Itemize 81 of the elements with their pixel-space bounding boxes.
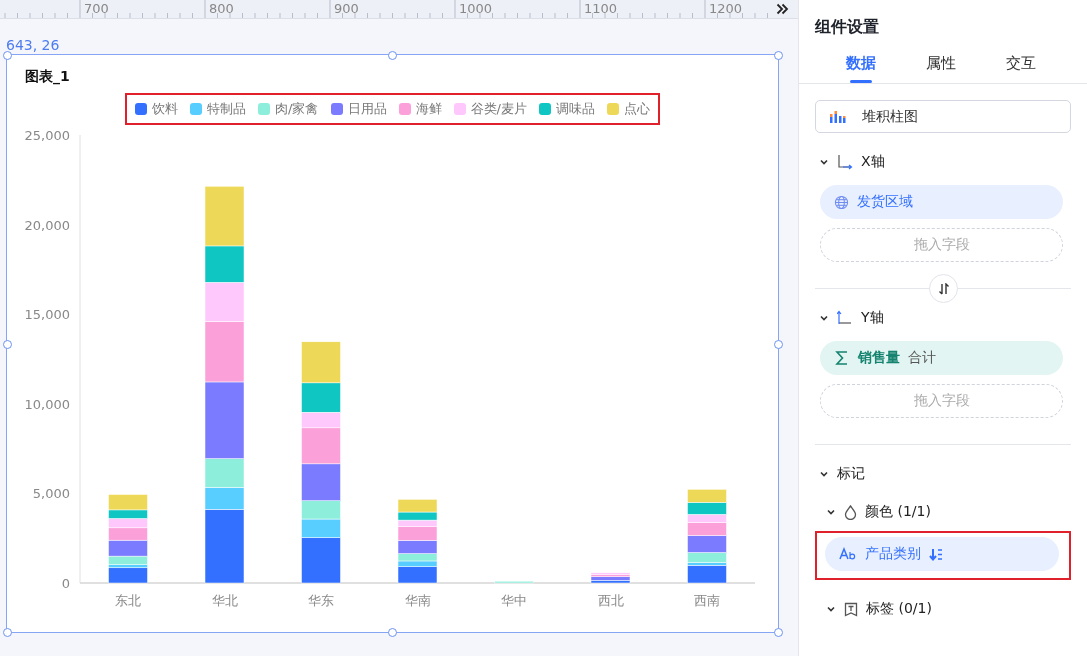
tab[interactable]: 属性 [901, 46, 981, 83]
chevron-icon[interactable] [819, 313, 829, 323]
bar-segment [687, 489, 727, 503]
x-tick-label: 东北 [115, 593, 141, 608]
bar-segment [108, 518, 148, 529]
legend-label[interactable]: 饮料 [152, 100, 179, 118]
channel-label[interactable]: 颜色 (1/1) [865, 503, 931, 521]
x-tick-label: 华南 [404, 593, 431, 608]
double-chevron-right-icon[interactable] [776, 3, 789, 15]
x-tick-label: 华东 [308, 593, 334, 608]
chevron-icon[interactable] [819, 469, 829, 479]
y-tick-label: 20,000 [24, 217, 70, 233]
legend-label[interactable]: 谷类/麦片 [470, 100, 527, 118]
tab[interactable]: 交互 [981, 46, 1061, 83]
y-axis-icon [837, 310, 853, 326]
bar-segment [494, 580, 534, 584]
resize-handle[interactable] [388, 628, 397, 637]
resize-handle[interactable] [2, 340, 12, 349]
bar-chart-icon [830, 110, 846, 123]
legend-swatch [538, 103, 551, 115]
legend-label[interactable]: 肉/家禽 [275, 100, 319, 118]
swap-icon [937, 282, 950, 295]
legend-label[interactable]: 海鲜 [415, 100, 442, 118]
x-tick-label: 西南 [694, 593, 720, 608]
y-tick-label: 25,000 [24, 128, 70, 143]
legend-label[interactable]: 日用品 [347, 100, 387, 118]
legend-label[interactable]: 调味品 [555, 100, 595, 118]
x-tick-label: 华北 [211, 593, 238, 608]
ruler-label: 1200 [709, 1, 743, 16]
y-tick-label: 15,000 [24, 307, 70, 323]
legend-label[interactable]: 点心 [623, 100, 650, 118]
resize-handle[interactable] [774, 50, 783, 60]
field-pill[interactable]: 发货区域 [820, 185, 1063, 219]
bar-segment [301, 341, 341, 384]
legend-swatch [398, 103, 411, 115]
ruler-label: 800 [209, 1, 234, 16]
resize-handle[interactable] [774, 628, 783, 637]
label-icon [844, 601, 858, 617]
y-tick-label: 5,000 [32, 486, 70, 502]
sigma-icon [834, 350, 850, 366]
ruler-label: 900 [334, 1, 359, 16]
chevron-icon[interactable] [819, 157, 829, 167]
resize-handle[interactable] [2, 628, 12, 637]
legend-swatch [606, 103, 619, 115]
section-label[interactable]: 标记 [837, 465, 865, 483]
ruler-label: 1000 [459, 1, 493, 16]
chart-title: 图表_1 [25, 67, 70, 86]
swap-axes-button[interactable] [929, 274, 958, 303]
sort-descending-icon[interactable] [929, 547, 943, 561]
legend-swatch [258, 103, 271, 115]
position-readout: 643, 26 [6, 36, 61, 54]
legend-swatch [453, 103, 466, 115]
drop-icon [844, 504, 857, 520]
legend-label[interactable]: 特制品 [207, 100, 247, 118]
ruler-label: 1100 [584, 1, 618, 16]
panel-title: 组件设置 [815, 17, 880, 38]
chevron-icon[interactable] [826, 507, 836, 517]
resize-handle[interactable] [388, 50, 397, 60]
resize-handle[interactable] [2, 50, 12, 60]
tab[interactable]: 数据 [821, 46, 901, 83]
x-tick-label: 西北 [597, 593, 624, 608]
y-tick-label: 10,000 [24, 396, 70, 412]
y-tick-label: 0 [61, 576, 70, 591]
ruler-label: 700 [84, 1, 109, 16]
bar-segment [397, 499, 438, 513]
resize-handle[interactable] [774, 340, 783, 349]
section-label[interactable]: X轴 [861, 153, 885, 171]
field-pill[interactable]: 产品类别 [825, 537, 1059, 571]
x-axis-icon [837, 154, 853, 170]
section-label[interactable]: Y轴 [861, 309, 884, 327]
field-pill[interactable]: 销售量 合计 [820, 341, 1063, 375]
bar-segment [397, 511, 438, 521]
x-tick-label: 华中 [501, 593, 527, 608]
legend-swatch [330, 103, 343, 115]
channel-label[interactable]: 标签 (0/1) [866, 600, 932, 618]
legend-swatch [135, 103, 148, 115]
chevron-icon[interactable] [826, 604, 836, 614]
globe-icon [834, 194, 849, 210]
chart-type-select[interactable]: 堆积柱图 [815, 100, 1071, 133]
legend-swatch [190, 103, 203, 115]
text-type-icon [839, 547, 857, 561]
